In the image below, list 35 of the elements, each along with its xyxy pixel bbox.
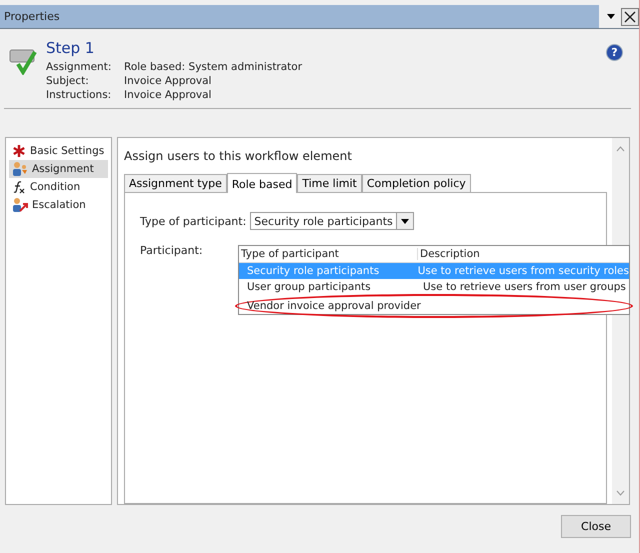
list-option[interactable]: Vendor invoice approval provider — [235, 294, 633, 318]
panel-heading: Assign users to this workflow element — [124, 149, 353, 163]
help-button[interactable]: ? — [607, 45, 622, 60]
tab[interactable]: Completion policy — [362, 174, 471, 192]
field-label: Instructions: — [46, 88, 112, 102]
field-label: Type of participant: — [140, 214, 246, 228]
users-icon — [12, 161, 28, 177]
column-header: Description — [419, 248, 480, 260]
dropdown-arrow-icon[interactable] — [607, 14, 615, 19]
close-button[interactable]: Close — [561, 515, 631, 538]
window-title: Properties — [0, 5, 599, 28]
field-label: Participant: — [140, 244, 203, 257]
close-icon[interactable] — [621, 8, 639, 26]
participant-type-dropdown[interactable]: Security role participants — [250, 212, 414, 230]
tab[interactable]: Time limit — [297, 174, 362, 192]
escalation-icon — [12, 197, 28, 213]
sidebar-item[interactable]: Basic Settings — [9, 142, 108, 160]
scroll-down-icon[interactable] — [616, 490, 625, 496]
sidebar-item[interactable]: Assignment — [9, 160, 108, 178]
field-value: Invoice Approval — [124, 74, 212, 88]
field-value: Invoice Approval — [124, 88, 212, 102]
function-icon — [12, 180, 26, 194]
scroll-up-icon[interactable] — [616, 146, 625, 152]
step-title: Step 1 — [46, 39, 96, 57]
sidebar-item[interactable]: Condition — [9, 178, 108, 196]
dropdown-arrow-icon — [401, 218, 410, 224]
field-label: Assignment: — [46, 60, 112, 74]
sidebar-item[interactable]: Escalation — [9, 196, 108, 214]
column-header: Type of participant — [239, 248, 418, 260]
tab[interactable]: Role based — [226, 173, 298, 193]
list-option[interactable]: User group participants Use to retrieve users from user groups — [239, 279, 629, 295]
asterisk-icon — [12, 144, 26, 158]
field-label: Subject: — [46, 74, 90, 88]
tab[interactable]: Assignment type — [124, 174, 227, 192]
field-value: Role based: System administrator — [124, 60, 304, 74]
